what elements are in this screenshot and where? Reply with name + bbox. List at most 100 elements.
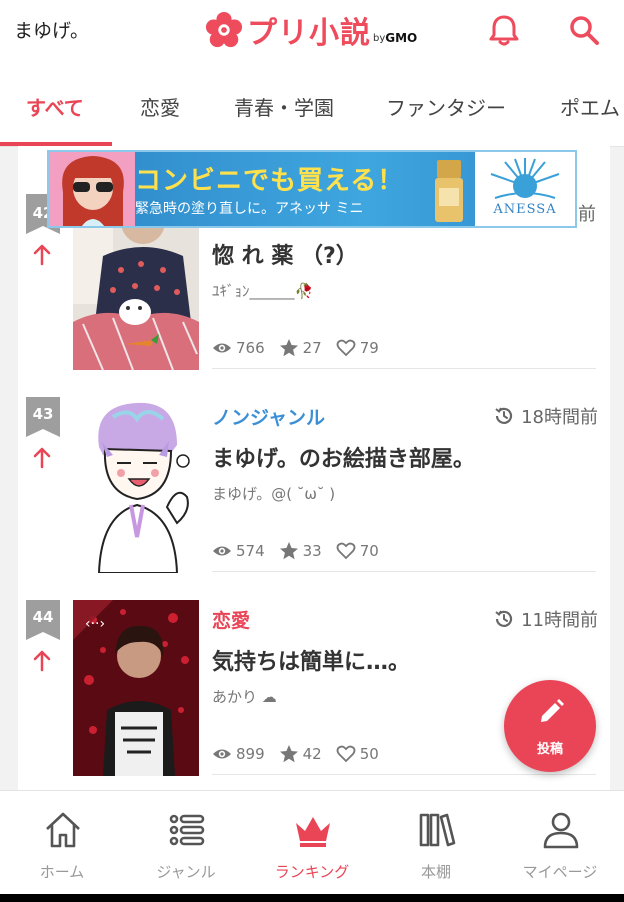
tab-romance[interactable]: 恋愛 xyxy=(140,92,180,121)
rank-up-arrow-icon xyxy=(33,447,51,469)
star-count-value: 27 xyxy=(302,339,322,357)
user-name[interactable]: まゆげ。 xyxy=(14,16,89,43)
home-icon xyxy=(46,812,80,848)
nav-bookshelf-label: 本棚 xyxy=(420,863,451,881)
divider xyxy=(212,774,596,775)
search-icon[interactable] xyxy=(566,12,602,48)
ad-model-image xyxy=(49,152,135,226)
story-author[interactable]: あかり ☁ xyxy=(212,686,277,707)
star-icon xyxy=(279,745,298,763)
like-count: 70 xyxy=(336,541,379,561)
ad-brand: ANESSA xyxy=(493,202,557,217)
view-count-value: 766 xyxy=(236,339,265,357)
anessa-logo: ANESSA xyxy=(475,152,575,226)
view-count: 766 xyxy=(212,338,265,358)
tab-youth-school[interactable]: 青春・学園 xyxy=(234,92,334,121)
like-count-value: 79 xyxy=(359,339,379,357)
divider xyxy=(212,368,596,369)
rank-up-arrow-icon xyxy=(33,244,51,266)
like-count-value: 50 xyxy=(359,745,379,763)
history-clock-icon xyxy=(495,610,513,627)
heart-icon xyxy=(336,542,356,560)
app-logo[interactable]: プリ小説 by GMO xyxy=(205,10,418,51)
sunscreen-bottle-icon xyxy=(435,160,463,222)
star-count: 27 xyxy=(279,338,322,358)
story-title[interactable]: 気持ちは簡単に…。 xyxy=(212,644,410,676)
nav-mypage-label: マイページ xyxy=(522,863,598,881)
story-title[interactable]: まゆげ。のお絵描き部屋。 xyxy=(212,441,475,473)
sun-icon xyxy=(490,158,560,199)
pencil-icon xyxy=(541,699,564,722)
star-count-value: 33 xyxy=(302,542,322,560)
svg-text:‹··›: ‹··› xyxy=(85,616,105,632)
ad-subtext: 緊急時の塗り直しに。アネッサ ミニ xyxy=(135,201,364,217)
like-count: 50 xyxy=(336,744,379,764)
system-bar xyxy=(0,894,624,902)
like-count: 79 xyxy=(336,338,379,358)
rank-number: 43 xyxy=(32,405,54,423)
story-title[interactable]: 惚 れ 薬 （?） xyxy=(212,238,358,270)
update-time: 18時間前 xyxy=(493,403,598,429)
rank-number: 44 xyxy=(32,608,54,626)
bottom-navigation: ホーム ジャンル ランキング 本棚 マイページ xyxy=(0,790,624,895)
story-author[interactable]: ﾕｷﾞｮﾝ______🥀 xyxy=(212,280,313,301)
star-icon xyxy=(279,542,298,560)
user-icon xyxy=(543,812,579,849)
star-count: 42 xyxy=(279,744,322,764)
logo-gmo: GMO xyxy=(385,31,418,45)
divider xyxy=(212,571,596,572)
nav-ranking[interactable]: ランキング xyxy=(250,791,374,895)
story-genre[interactable]: 恋愛 xyxy=(212,606,250,633)
partial-update-time: 前 xyxy=(578,204,596,225)
flower-logo-icon xyxy=(205,11,243,48)
view-count: 574 xyxy=(212,541,265,561)
update-time-text: 11時間前 xyxy=(521,610,598,631)
story-stats: 899 42 50 xyxy=(212,744,393,764)
nav-bookshelf[interactable]: 本棚 xyxy=(374,791,498,895)
thumbnail-image[interactable] xyxy=(73,397,199,573)
bell-icon[interactable] xyxy=(486,12,522,48)
story-stats: 574 33 70 xyxy=(212,541,393,561)
tab-fantasy[interactable]: ファンタジー xyxy=(386,92,506,121)
nav-home-label: ホーム xyxy=(39,863,85,881)
view-count: 899 xyxy=(212,744,265,764)
post-button-label: 投稿 xyxy=(536,742,563,757)
thumbnail-image[interactable]: ‹··› xyxy=(73,600,199,776)
logo-by: by xyxy=(373,33,386,44)
ad-banner[interactable]: コンビニでも買える！ 緊急時の塗り直しに。アネッサ ミニ ANESSA xyxy=(47,150,577,228)
list-icon xyxy=(169,814,205,846)
star-count-value: 42 xyxy=(302,745,322,763)
list-item[interactable]: 43 ノンジャンル 18時間前 まゆげ。のお絵描き部屋。 まゆげ。@(˘ω˘ … xyxy=(18,397,610,600)
star-count: 33 xyxy=(279,541,322,561)
tab-all[interactable]: すべて xyxy=(26,92,84,121)
logo-text: プリ小説 xyxy=(247,16,371,51)
story-stats: 766 27 79 xyxy=(212,338,393,358)
heart-icon xyxy=(336,339,356,357)
app-header: まゆげ。 プリ小説 by GMO xyxy=(0,0,624,62)
like-count-value: 70 xyxy=(359,542,379,560)
eye-icon xyxy=(213,749,231,759)
rank-up-arrow-icon xyxy=(33,650,51,672)
crown-icon xyxy=(296,817,330,847)
ad-headline: コンビニでも買える！ xyxy=(135,166,405,196)
star-icon xyxy=(279,339,298,357)
eye-icon xyxy=(213,343,231,353)
nav-genre-label: ジャンル xyxy=(156,863,216,881)
history-clock-icon xyxy=(495,407,513,424)
nav-ranking-label: ランキング xyxy=(274,863,350,881)
nav-genre[interactable]: ジャンル xyxy=(124,791,248,895)
story-genre[interactable]: ノンジャンル xyxy=(212,403,325,430)
eye-icon xyxy=(213,546,231,556)
update-time-text: 18時間前 xyxy=(521,407,598,428)
view-count-value: 899 xyxy=(236,745,265,763)
tab-poem[interactable]: ポエム xyxy=(560,92,620,121)
genre-tabs: すべて 恋愛 青春・学園 ファンタジー ポエム xyxy=(0,62,624,147)
nav-mypage[interactable]: マイページ xyxy=(498,791,622,895)
nav-home[interactable]: ホーム xyxy=(0,791,124,895)
view-count-value: 574 xyxy=(236,542,265,560)
post-button[interactable]: 投稿 xyxy=(504,680,596,772)
update-time: 11時間前 xyxy=(493,606,598,632)
heart-icon xyxy=(336,745,356,763)
bookshelf-icon xyxy=(419,813,456,847)
story-author[interactable]: まゆげ。@( ˘ω˘ ) xyxy=(212,483,335,504)
